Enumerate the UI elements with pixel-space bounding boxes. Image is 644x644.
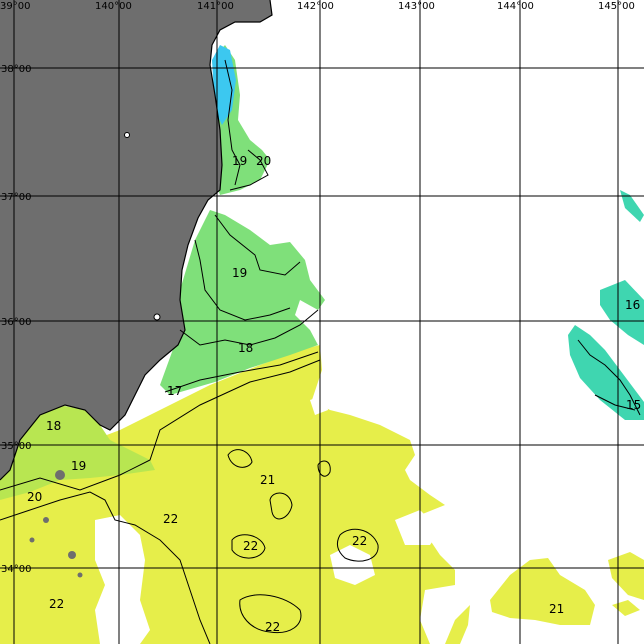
isotherm-label: 22 — [163, 512, 178, 526]
longitude-labels: 39°00 140°00 141°00 142°00 143°00 144°00… — [0, 1, 635, 12]
isotherm-label: 15 — [626, 398, 641, 412]
isotherm-label: 19 — [71, 459, 86, 473]
isotherm-label: 17 — [167, 384, 182, 398]
lat-label: 38°00 — [1, 64, 31, 75]
island — [68, 551, 76, 559]
warm-water-east-small — [445, 605, 470, 644]
lake-marker — [153, 313, 161, 321]
lat-label: 37°00 — [1, 192, 31, 203]
island — [29, 537, 35, 543]
lon-label: 145°00 — [598, 1, 635, 12]
isotherm-label: 22 — [265, 620, 280, 634]
teal-east-patch-2 — [600, 280, 644, 345]
sea-surface-temperature-map: 39°00 140°00 141°00 142°00 143°00 144°00… — [0, 0, 644, 644]
isotherm-label: 21 — [260, 473, 275, 487]
isotherm-label: 19 — [232, 154, 247, 168]
isotherm-label: 21 — [549, 602, 564, 616]
warm-water-far-east-2 — [612, 600, 640, 616]
lon-label: 141°00 — [197, 1, 234, 12]
lat-label: 35°00 — [1, 441, 31, 452]
isotherm-label: 18 — [46, 419, 61, 433]
warm-water-far-east — [608, 552, 644, 600]
lat-label: 34°00 — [1, 564, 31, 575]
teal-east-patch-3 — [620, 190, 644, 222]
lon-label: 39°00 — [0, 1, 30, 12]
isotherm-label: 22 — [243, 539, 258, 553]
island — [43, 517, 49, 523]
lake-marker — [124, 132, 130, 138]
lon-label: 144°00 — [497, 1, 534, 12]
island — [77, 572, 83, 578]
island — [55, 470, 65, 480]
isotherm-label: 22 — [49, 597, 64, 611]
isotherm-label: 22 — [352, 534, 367, 548]
lon-label: 142°00 — [297, 1, 334, 12]
lon-label: 140°00 — [95, 1, 132, 12]
lon-label: 143°00 — [398, 1, 435, 12]
isotherm-label: 16 — [625, 298, 640, 312]
isotherm-label: 19 — [232, 266, 247, 280]
isotherm-label: 18 — [238, 341, 253, 355]
isotherm-label: 20 — [256, 154, 271, 168]
lat-label: 36°00 — [1, 317, 31, 328]
isotherm-label: 20 — [27, 490, 42, 504]
